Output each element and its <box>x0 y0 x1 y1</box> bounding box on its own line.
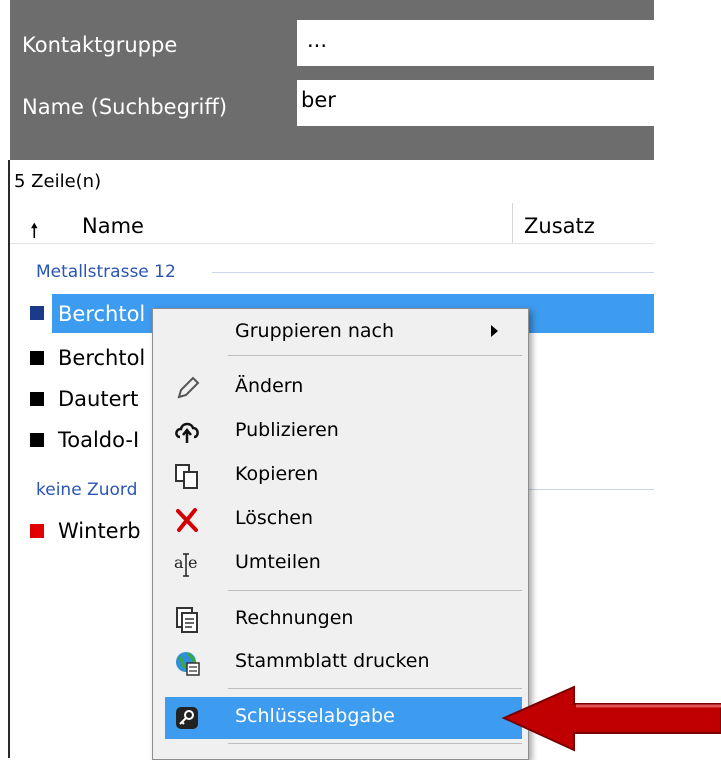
menu-item-key-handover[interactable]: Schlüsselabgabe <box>165 697 522 739</box>
menu-item-label: Publizieren <box>235 419 339 441</box>
row-count: 5 Zeile(n) <box>14 171 102 192</box>
list-item[interactable]: Berchtol <box>58 302 145 326</box>
menu-separator <box>228 743 522 744</box>
menu-item-copy[interactable]: Kopieren <box>165 455 522 497</box>
contact-group-label: Kontaktgruppe <box>22 33 178 57</box>
menu-separator <box>228 688 522 689</box>
svg-text:a: a <box>174 553 184 572</box>
status-square-icon <box>30 306 44 320</box>
menu-item-label: Rechnungen <box>235 607 354 629</box>
group-divider <box>520 489 654 490</box>
menu-item-invoices[interactable]: Rechnungen <box>165 599 522 641</box>
menu-item-publish[interactable]: Publizieren <box>165 411 522 453</box>
column-divider[interactable] <box>512 203 513 243</box>
menu-item-label: Stammblatt drucken <box>235 650 430 672</box>
menu-item-label: Ändern <box>235 375 304 397</box>
name-search-input[interactable]: ber <box>297 80 654 126</box>
menu-item-reassign[interactable]: ae Umteilen <box>165 543 522 585</box>
column-header-extra[interactable]: Zusatz <box>524 214 595 238</box>
status-square-icon <box>30 524 44 538</box>
invoice-icon <box>176 607 198 633</box>
menu-item-label: Schlüsselabgabe <box>235 705 395 727</box>
list-item[interactable]: Dautert <box>58 387 138 411</box>
svg-text:e: e <box>188 553 197 572</box>
group-divider <box>212 272 654 273</box>
pencil-icon <box>177 376 200 399</box>
menu-item-print-sheet[interactable]: Stammblatt drucken <box>165 642 522 684</box>
menu-item-label: Gruppieren nach <box>235 320 395 342</box>
globe-print-icon <box>176 652 200 676</box>
menu-item-edit[interactable]: Ändern <box>165 367 522 409</box>
menu-item-label: Umteilen <box>235 551 321 573</box>
menu-item-label: Löschen <box>235 507 313 529</box>
name-search-label: Name (Suchbegriff) <box>22 95 228 119</box>
delete-x-icon <box>176 508 198 532</box>
cloud-upload-icon <box>175 422 199 443</box>
pointer-arrow-icon <box>501 685 721 752</box>
copy-icon <box>175 464 198 489</box>
menu-separator <box>228 355 522 356</box>
status-square-icon <box>30 351 44 365</box>
list-border <box>8 160 10 758</box>
list-item[interactable]: Winterb <box>58 519 141 543</box>
group-header: Metallstrasse 12 <box>36 262 176 282</box>
submenu-arrow-icon <box>491 325 498 337</box>
status-square-icon <box>30 433 44 447</box>
contact-group-field[interactable]: ... <box>297 20 654 66</box>
menu-item-group-by[interactable]: Gruppieren nach <box>165 312 522 354</box>
list-item[interactable]: Berchtol <box>58 346 145 370</box>
menu-separator <box>228 590 522 591</box>
text-cursor-icon: ae <box>174 553 197 577</box>
group-header: keine Zuord <box>36 480 138 500</box>
list-item[interactable]: Toaldo-I <box>58 428 139 452</box>
status-square-icon <box>30 392 44 406</box>
menu-item-delete[interactable]: Löschen <box>165 499 522 541</box>
column-header-name[interactable]: Name <box>82 214 144 238</box>
sort-ascending-icon[interactable]: 🠕 <box>30 216 39 250</box>
key-icon <box>176 707 198 729</box>
menu-item-label: Kopieren <box>235 463 319 485</box>
